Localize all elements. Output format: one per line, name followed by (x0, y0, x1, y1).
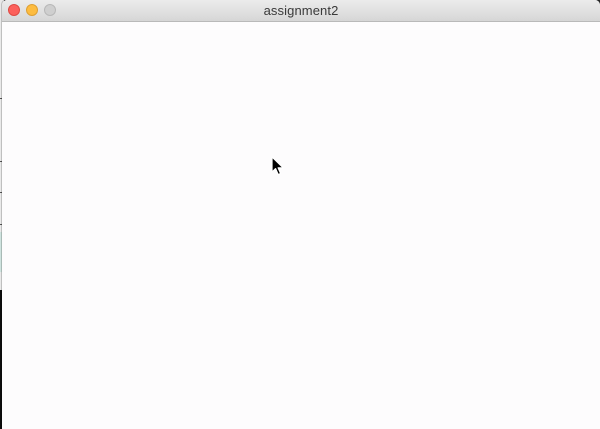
canvas-area[interactable] (2, 22, 600, 429)
minimize-button[interactable] (26, 4, 38, 16)
window-title: assignment2 (263, 3, 339, 18)
arrow-pointer-icon (271, 156, 284, 176)
window-controls (8, 4, 56, 16)
zoom-button[interactable] (44, 4, 56, 16)
app-window: assignment2 (2, 0, 600, 429)
title-bar[interactable]: assignment2 (2, 0, 600, 22)
close-button[interactable] (8, 4, 20, 16)
